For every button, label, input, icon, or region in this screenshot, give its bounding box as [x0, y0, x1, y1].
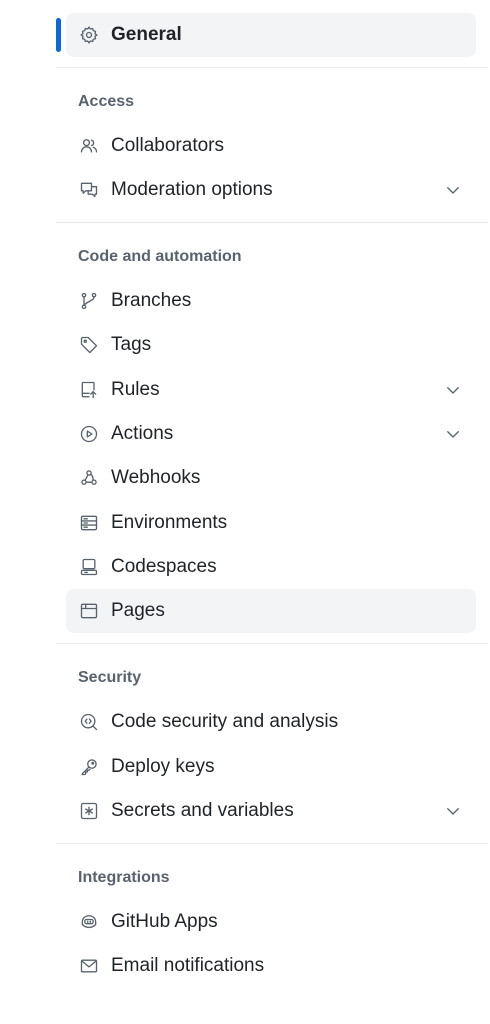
- sidebar-item-codespaces[interactable]: Codespaces: [66, 545, 476, 589]
- chevron-down-icon[interactable]: [444, 181, 462, 199]
- chevron-down-icon[interactable]: [444, 802, 462, 820]
- sidebar-item-label: Webhooks: [111, 467, 201, 488]
- sidebar-item-label: Email notifications: [111, 955, 265, 976]
- git-branch-icon: [78, 290, 100, 312]
- tag-icon: [78, 334, 100, 356]
- sidebar-item-label: Tags: [111, 334, 152, 355]
- sidebar-item-github-apps[interactable]: GitHub Apps: [66, 900, 476, 944]
- codespaces-icon: [78, 556, 100, 578]
- divider: [56, 67, 488, 68]
- browser-icon: [78, 600, 100, 622]
- sidebar-item-environments[interactable]: Environments: [66, 501, 476, 545]
- sidebar-item-pages[interactable]: Pages: [66, 589, 476, 633]
- comment-discussion-icon: [78, 179, 100, 201]
- sidebar-item-label: Actions: [111, 423, 174, 444]
- chevron-down-icon[interactable]: [444, 381, 462, 399]
- sidebar-item-label: Branches: [111, 290, 192, 311]
- sidebar-item-label: General: [111, 24, 182, 45]
- sidebar-item-collaborators[interactable]: Collaborators: [66, 124, 476, 168]
- repo-push-icon: [78, 379, 100, 401]
- sidebar-item-label: Code security and analysis: [111, 711, 339, 732]
- sidebar-item-label: Environments: [111, 512, 228, 533]
- sidebar-item-secrets-and-variables[interactable]: Secrets and variables: [66, 789, 476, 833]
- sidebar-item-label: Pages: [111, 600, 165, 621]
- gear-icon: [78, 24, 100, 46]
- sidebar-item-label: GitHub Apps: [111, 911, 218, 932]
- section-title-code-and-automation: Code and automation: [78, 248, 242, 265]
- sidebar-item-label: Deploy keys: [111, 756, 215, 777]
- codescan-icon: [78, 711, 100, 733]
- sidebar-item-rules[interactable]: Rules: [66, 368, 476, 412]
- play-icon: [78, 423, 100, 445]
- sidebar-item-deploy-keys[interactable]: Deploy keys: [66, 745, 476, 789]
- sidebar-item-tags[interactable]: Tags: [66, 323, 476, 367]
- divider: [56, 643, 488, 644]
- sidebar-item-label: Rules: [111, 379, 160, 400]
- section-title-integrations: Integrations: [78, 869, 170, 886]
- sidebar-item-branches[interactable]: Branches: [66, 279, 476, 323]
- sidebar-item-code-security[interactable]: Code security and analysis: [66, 700, 476, 744]
- webhook-icon: [78, 467, 100, 489]
- asterisk-icon: [78, 800, 100, 822]
- sidebar-item-label: Moderation options: [111, 179, 273, 200]
- sidebar-item-label: Secrets and variables: [111, 800, 294, 821]
- people-icon: [78, 135, 100, 157]
- section-title-security: Security: [78, 669, 142, 686]
- chevron-down-icon[interactable]: [444, 425, 462, 443]
- sidebar-item-webhooks[interactable]: Webhooks: [66, 456, 476, 500]
- sidebar-item-email-notifications[interactable]: Email notifications: [66, 944, 476, 988]
- active-indicator: [56, 18, 61, 52]
- key-icon: [78, 756, 100, 778]
- mail-icon: [78, 955, 100, 977]
- sidebar-item-general[interactable]: General: [66, 13, 476, 57]
- sidebar-item-label: Collaborators: [111, 135, 224, 156]
- copilot-icon: [78, 911, 100, 933]
- settings-sidebar-nav: General Access Collaborators Moderation …: [0, 0, 490, 1024]
- section-title-access: Access: [78, 93, 135, 110]
- sidebar-item-actions[interactable]: Actions: [66, 412, 476, 456]
- divider: [56, 843, 488, 844]
- server-icon: [78, 512, 100, 534]
- divider: [56, 222, 488, 223]
- sidebar-item-moderation-options[interactable]: Moderation options: [66, 168, 476, 212]
- sidebar-item-label: Codespaces: [111, 556, 217, 577]
